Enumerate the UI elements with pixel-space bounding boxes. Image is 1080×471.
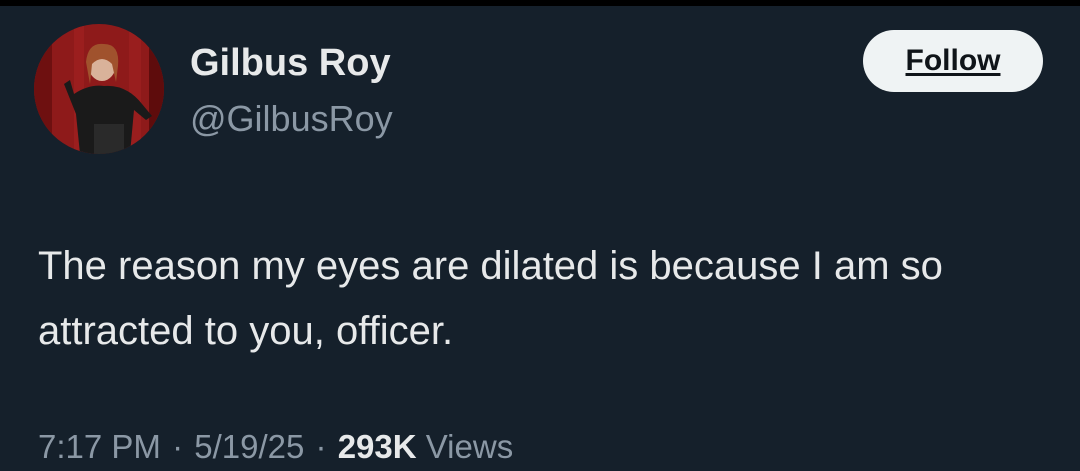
meta-separator: · xyxy=(172,428,184,465)
author-handle[interactable]: @GilbusRoy xyxy=(190,98,393,140)
tweet-time[interactable]: 7:17 PM xyxy=(38,428,161,465)
avatar[interactable] xyxy=(34,24,164,154)
views-label[interactable]: Views xyxy=(426,428,513,465)
tweet-date[interactable]: 5/19/25 xyxy=(194,428,304,465)
tweet-card: Gilbus Roy @GilbusRoy Follow The reason … xyxy=(0,6,1080,471)
avatar-photo xyxy=(34,24,164,154)
follow-button[interactable]: Follow xyxy=(863,30,1043,92)
tweet-meta: 7:17 PM · 5/19/25 · 293K Views xyxy=(38,428,513,466)
views-count[interactable]: 293K xyxy=(338,428,417,465)
author-display-name[interactable]: Gilbus Roy xyxy=(190,42,391,85)
meta-separator: · xyxy=(315,428,327,465)
tweet-text: The reason my eyes are dilated is becaus… xyxy=(38,244,943,353)
